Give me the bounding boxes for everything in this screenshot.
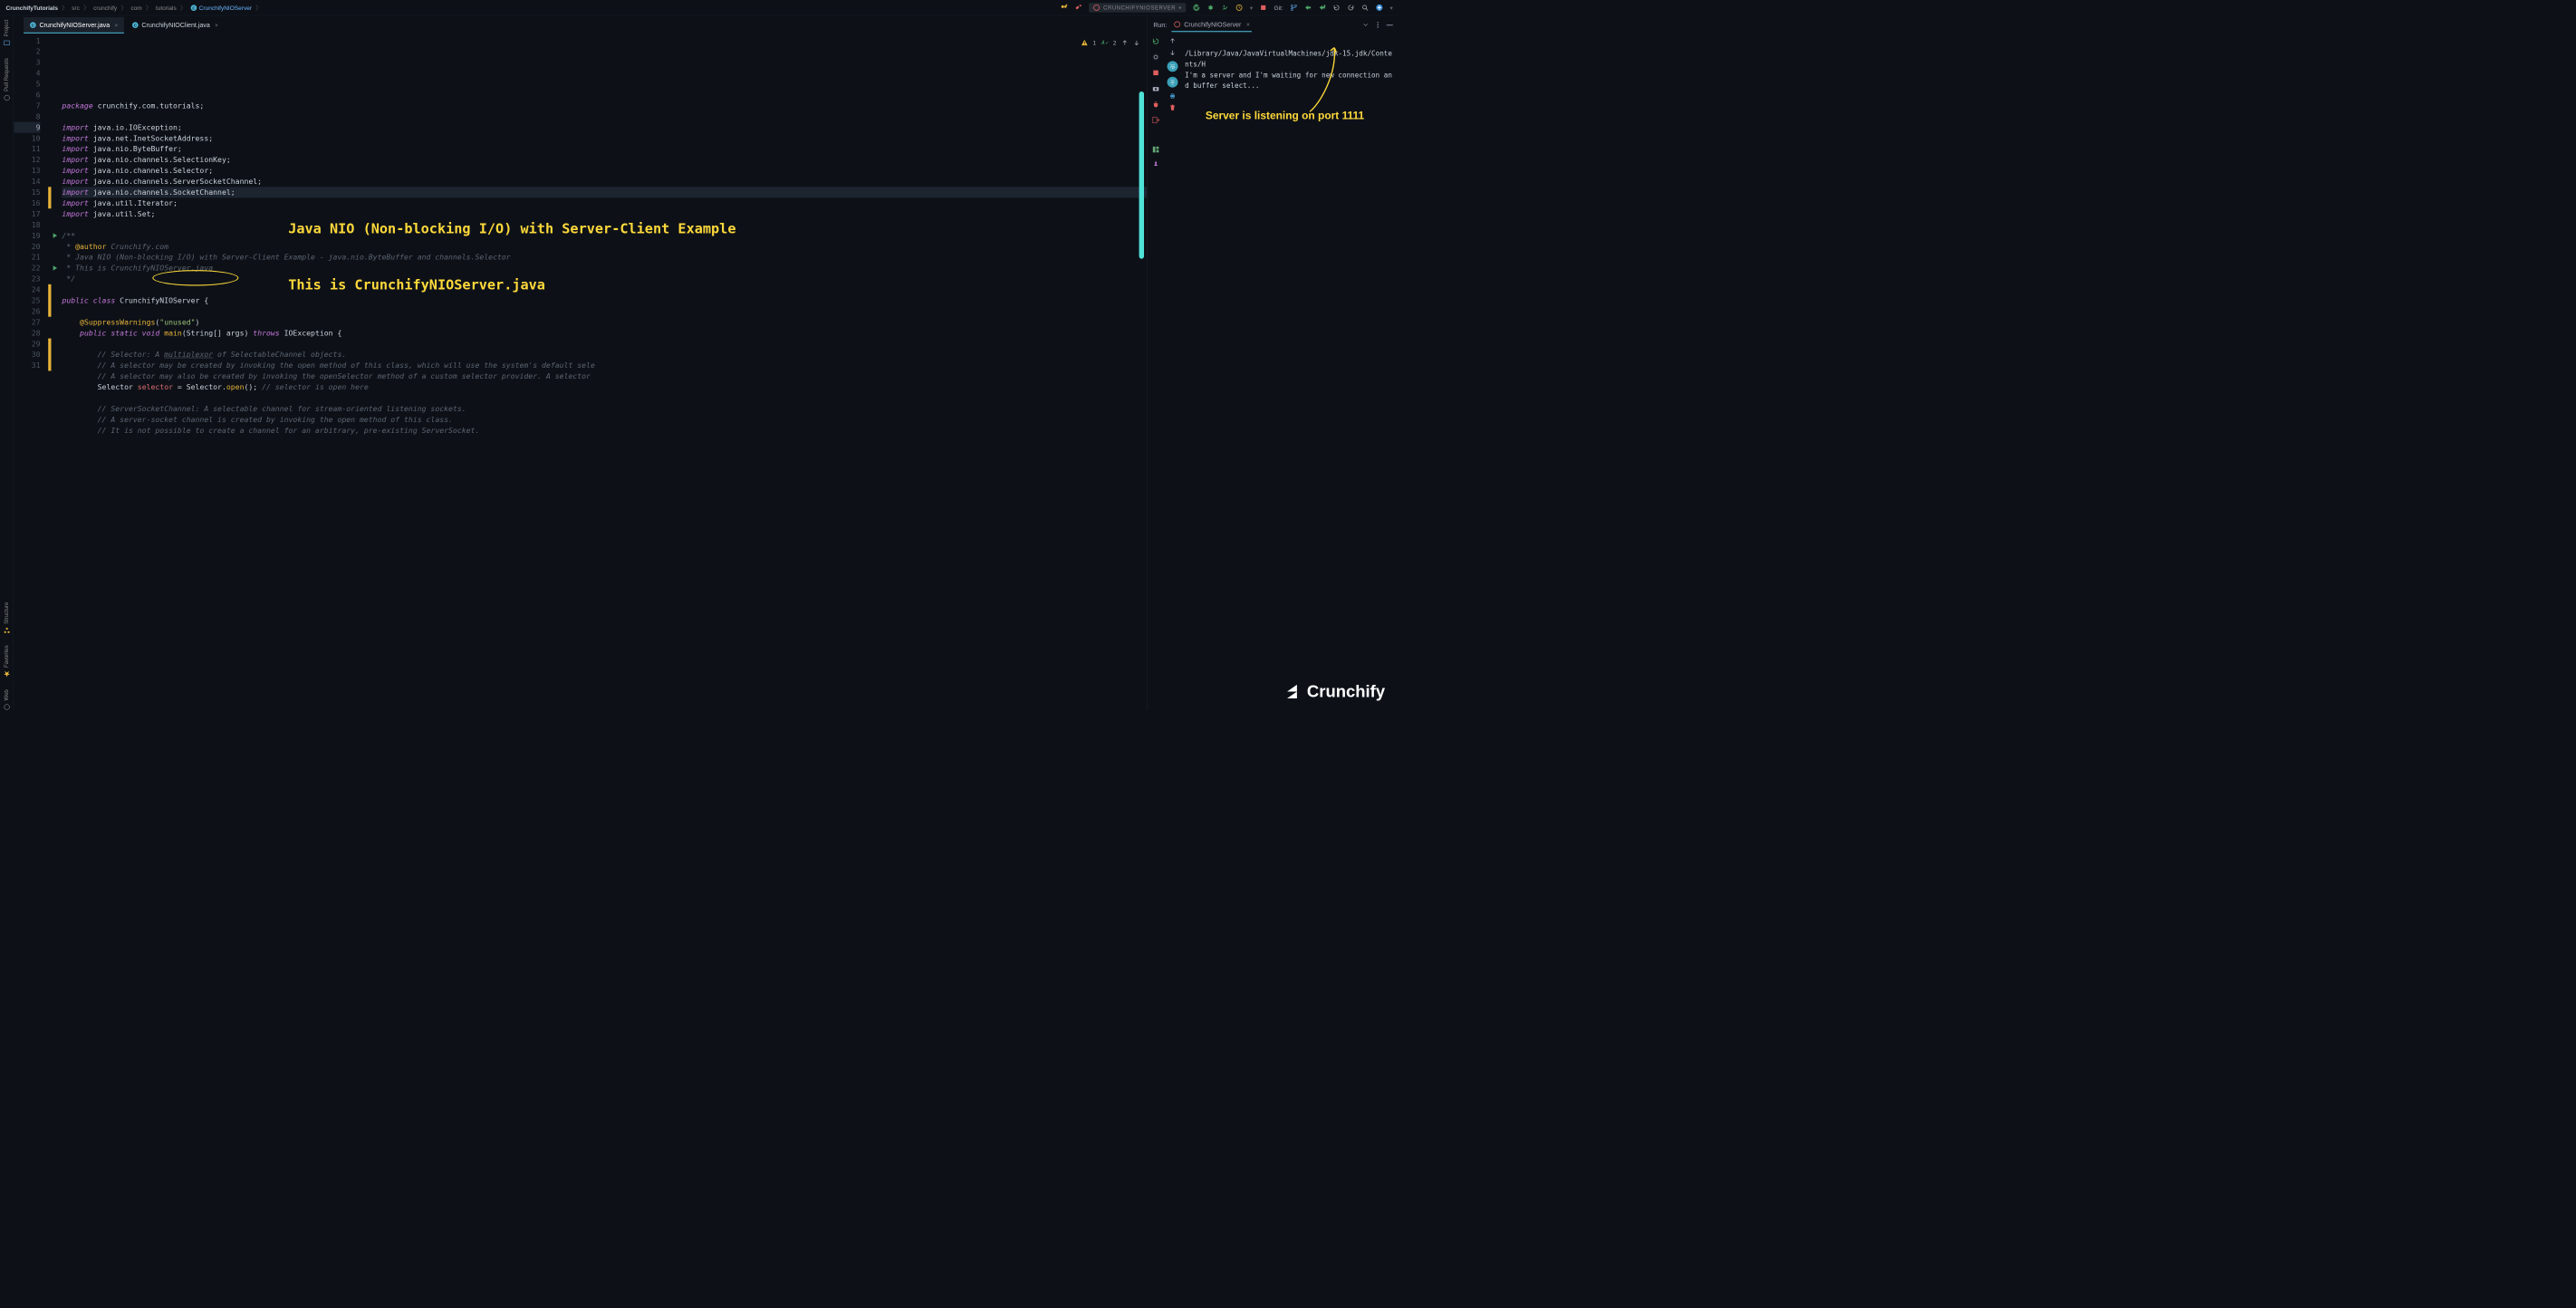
breadcrumb-part[interactable]: src	[72, 5, 80, 12]
left-tool-strip: Project Pull Requests Structure Favorite…	[0, 15, 14, 710]
wrap-icon	[1168, 61, 1178, 72]
class-icon	[1174, 21, 1181, 28]
gutter-marks	[48, 34, 62, 710]
layout-icon[interactable]	[1152, 146, 1160, 154]
commit-icon[interactable]	[1304, 4, 1312, 11]
svg-text:C: C	[192, 5, 196, 11]
chevron-right-icon: 〉	[255, 4, 262, 12]
close-icon[interactable]: ×	[1246, 21, 1250, 28]
breadcrumb-project[interactable]: CrunchifyTutorials	[6, 5, 58, 12]
trash-icon[interactable]	[1169, 104, 1177, 111]
arrow-down-icon[interactable]	[1169, 49, 1177, 56]
coverage-icon[interactable]	[1221, 4, 1228, 11]
close-icon[interactable]: ×	[215, 22, 218, 29]
run-tab[interactable]: CrunchifyNIOServer ×	[1172, 17, 1252, 32]
print-icon[interactable]	[1169, 92, 1177, 100]
run-left-tools	[1148, 34, 1164, 710]
class-icon: C	[190, 5, 197, 12]
typo-icon[interactable]: A✓	[1101, 39, 1109, 46]
camera-icon[interactable]	[1152, 84, 1160, 92]
typo-count: 2	[1113, 37, 1117, 48]
scroll-icon[interactable]	[1168, 77, 1178, 88]
branch-icon[interactable]	[1290, 4, 1297, 11]
tool-web[interactable]: Web	[4, 689, 11, 710]
chevron-right-icon: 〉	[121, 4, 128, 12]
minimap-scroll[interactable]	[1139, 91, 1144, 259]
rerun-icon[interactable]	[1193, 4, 1200, 11]
class-icon: C	[30, 22, 37, 29]
hammer-icon[interactable]	[1075, 4, 1082, 11]
run-label: Run:	[1153, 21, 1167, 28]
chevron-right-icon: 〉	[146, 4, 152, 12]
code-area[interactable]: 1 A✓ 2 Java NIO (Non-blocking I/O) with S…	[62, 34, 1147, 710]
line-gutter: 1234567891011121314151617181920212223242…	[14, 34, 48, 710]
search-icon[interactable]	[1361, 4, 1369, 11]
warn-count: 1	[1092, 37, 1096, 48]
editor-tabs: C CrunchifyNIOServer.java × C CrunchifyN…	[14, 15, 1147, 34]
close-icon[interactable]: ×	[115, 22, 119, 29]
collaborate-icon[interactable]	[1061, 4, 1068, 11]
breadcrumb-file[interactable]: C CrunchifyNIOServer	[190, 5, 252, 12]
breadcrumb-part[interactable]: com	[130, 5, 141, 12]
class-icon	[1093, 4, 1101, 11]
tool-project[interactable]: Project	[4, 20, 11, 46]
arrow-down-icon[interactable]	[1133, 39, 1140, 46]
svg-text:C: C	[134, 23, 138, 28]
annotation-overlay: Java NIO (Non-blocking I/O) with Server-…	[288, 182, 735, 332]
brand-icon	[1283, 682, 1302, 702]
star-icon	[4, 670, 11, 678]
tool-structure[interactable]: Structure	[4, 601, 11, 633]
exit-icon[interactable]	[1152, 116, 1160, 124]
tab-label: CrunchifyNIOServer.java	[39, 21, 110, 28]
run-right-tools	[1164, 34, 1180, 710]
class-icon: C	[132, 22, 139, 29]
run-panel: Run: CrunchifyNIOServer × —	[1147, 15, 1399, 710]
tab-label: CrunchifyNIOClient.java	[141, 21, 209, 28]
debug-icon[interactable]	[1207, 4, 1215, 11]
history-back-icon[interactable]	[1333, 4, 1341, 11]
plug-icon[interactable]	[1152, 101, 1160, 109]
structure-icon	[4, 627, 11, 634]
breadcrumb-part[interactable]: crunchify	[93, 5, 117, 12]
add-icon[interactable]	[1376, 4, 1383, 11]
svg-text:A✓: A✓	[1101, 41, 1109, 46]
breadcrumbs[interactable]: CrunchifyTutorials 〉 src 〉 crunchify 〉 c…	[6, 4, 264, 12]
top-toolbar: CrunchifyTutorials 〉 src 〉 crunchify 〉 c…	[0, 0, 1399, 15]
tab-client[interactable]: C CrunchifyNIOClient.java ×	[126, 17, 224, 34]
pr-icon	[4, 94, 11, 101]
tool-favorites[interactable]: Favorites	[4, 646, 11, 678]
git-label: Git:	[1274, 5, 1283, 12]
brand-watermark: Crunchify	[1283, 682, 1385, 702]
scroll-to-end-icon[interactable]	[1362, 21, 1370, 28]
profile-icon[interactable]	[1235, 4, 1243, 11]
web-icon	[4, 703, 11, 710]
history-fwd-icon[interactable]	[1347, 4, 1354, 11]
tab-server[interactable]: C CrunchifyNIOServer.java ×	[24, 17, 124, 34]
svg-text:C: C	[32, 23, 35, 28]
annotation-listening: Server is listening on port 1111	[1206, 110, 1364, 122]
breadcrumb-part[interactable]: tutorials	[156, 5, 177, 12]
arrow-up-icon[interactable]	[1121, 39, 1129, 46]
arrow-up-icon[interactable]	[1169, 37, 1177, 44]
push-icon[interactable]	[1319, 4, 1326, 11]
more-icon[interactable]	[1374, 21, 1381, 28]
pin-icon[interactable]	[1152, 161, 1160, 169]
gear-icon[interactable]	[1152, 53, 1160, 62]
rerun-icon[interactable]	[1152, 37, 1160, 45]
run-console[interactable]: /Library/Java/JavaVirtualMachines/jdk-15…	[1181, 34, 1399, 710]
minimize-icon[interactable]: —	[1387, 21, 1393, 28]
code-editor[interactable]: 1234567891011121314151617181920212223242…	[14, 34, 1147, 710]
tool-pull-requests[interactable]: Pull Requests	[4, 58, 11, 101]
chevron-right-icon: 〉	[83, 4, 90, 12]
chevron-right-icon: 〉	[180, 4, 187, 12]
chevron-right-icon: 〉	[62, 4, 68, 12]
stop-icon[interactable]	[1152, 69, 1160, 77]
warning-icon[interactable]	[1081, 39, 1088, 46]
run-config-select[interactable]: CRUNCHIFYNIOSERVER ▾	[1089, 3, 1186, 12]
stop-icon[interactable]	[1260, 4, 1267, 11]
project-icon	[4, 40, 11, 47]
